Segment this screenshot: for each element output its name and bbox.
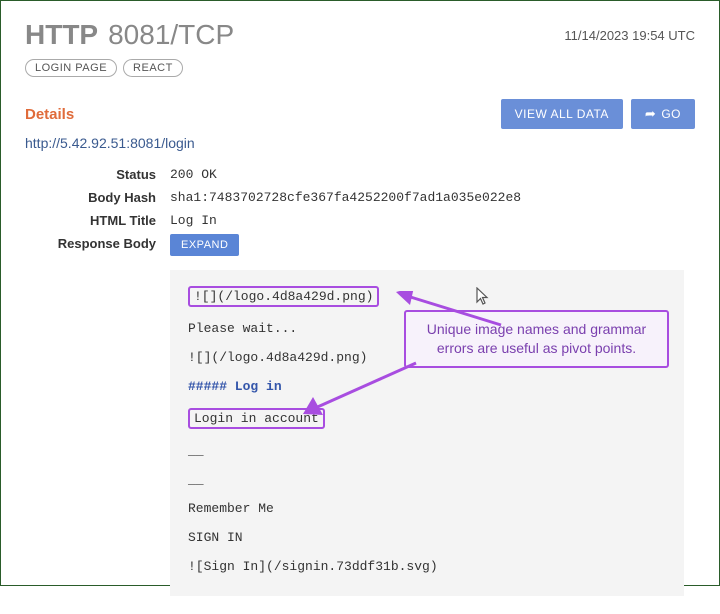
view-all-data-button[interactable]: VIEW ALL DATA	[501, 99, 623, 129]
target-url[interactable]: http://5.42.92.51:8081/login	[25, 135, 695, 151]
response-body-label: Response Body	[25, 234, 170, 251]
forward-icon: ➦	[645, 106, 656, 122]
port-protocol-label: 8081/TCP	[108, 19, 234, 51]
body-line: ![Sign In](/signin.73ddf31b.svg)	[188, 559, 666, 574]
arrow-icon	[301, 359, 421, 419]
scan-timestamp: 11/14/2023 19:54 UTC	[564, 28, 695, 43]
body-hash-value: sha1:7483702728cfe367fa4252200f7ad1a035e…	[170, 188, 521, 205]
body-line: __	[188, 472, 666, 487]
status-value: 200 OK	[170, 165, 217, 182]
arrow-icon	[396, 291, 506, 329]
html-title-value: Log In	[170, 211, 217, 228]
response-body-content: ![](/logo.4d8a429d.png) Please wait... !…	[170, 270, 684, 596]
service-tags: LOGIN PAGE REACT	[25, 59, 695, 77]
body-line: SIGN IN	[188, 530, 666, 545]
go-button-label: GO	[661, 107, 681, 121]
html-title-label: HTML Title	[25, 211, 170, 228]
protocol-label: HTTP	[25, 19, 98, 51]
body-line: Remember Me	[188, 501, 666, 516]
body-line: ##### Log in	[188, 379, 666, 394]
tag-react[interactable]: REACT	[123, 59, 183, 77]
tag-login-page[interactable]: LOGIN PAGE	[25, 59, 117, 77]
body-hash-label: Body Hash	[25, 188, 170, 205]
status-label: Status	[25, 165, 170, 182]
body-line: __	[188, 443, 666, 458]
go-button[interactable]: ➦ GO	[631, 99, 695, 129]
details-heading: Details	[25, 106, 74, 123]
expand-button[interactable]: EXPAND	[170, 234, 239, 256]
highlight-image-name: ![](/logo.4d8a429d.png)	[188, 286, 379, 307]
